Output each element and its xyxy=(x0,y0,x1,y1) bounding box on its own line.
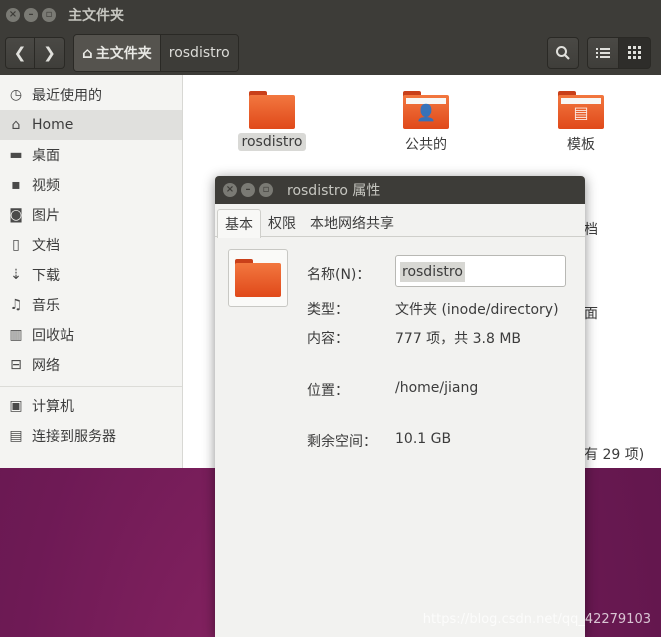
search-icon xyxy=(556,45,570,60)
sidebar-item-label: 音乐 xyxy=(32,298,60,314)
sidebar-item-recent[interactable]: ◷ 最近使用的 xyxy=(0,80,182,110)
sidebar-item-label: 网络 xyxy=(32,358,60,374)
video-icon: ▪ xyxy=(11,177,21,193)
sidebar-item-music[interactable]: ♫ 音乐 xyxy=(0,290,182,320)
file-item-public[interactable]: 👤 公共的 xyxy=(371,91,481,155)
location-label: 位置： xyxy=(307,383,349,399)
type-value: 文件夹 (inode/directory) xyxy=(395,302,559,318)
name-label: 名称(N)： xyxy=(307,267,371,283)
grid-icon xyxy=(628,46,641,59)
sidebar-item-trash[interactable]: ▥ 回收站 xyxy=(0,320,182,350)
breadcrumb-current[interactable]: rosdistro xyxy=(159,34,238,71)
free-space-value: 10.1 GB xyxy=(395,431,452,447)
sidebar-item-label: 回收站 xyxy=(32,328,74,344)
titlebar: × – ▫ 主文件夹 xyxy=(0,0,661,30)
public-folder-icon: 👤 xyxy=(403,91,449,129)
sidebar-item-label: 最近使用的 xyxy=(32,88,102,104)
forward-button[interactable]: ❯ xyxy=(35,36,65,69)
maximize-icon[interactable]: ▫ xyxy=(42,8,56,22)
sidebar-item-label: 计算机 xyxy=(32,399,74,415)
sidebar-item-documents[interactable]: ▯ 文档 xyxy=(0,230,182,260)
properties-dialog: × – ▫ rosdistro 属性 基本 权限 本地网络共享 名称(N)： r… xyxy=(215,176,585,637)
sidebar: ◷ 最近使用的 ⌂ Home ▬ 桌面 ▪ 视频 ◙ 图片 ▯ 文档 ⇣ 下载 … xyxy=(0,75,183,468)
sidebar-item-computer[interactable]: ▣ 计算机 xyxy=(0,391,182,421)
window-controls: × – ▫ xyxy=(0,8,56,22)
partial-label-documents: 档 xyxy=(584,222,598,238)
document-icon: ▯ xyxy=(12,237,20,253)
tab-local-network-share[interactable]: 本地网络共享 xyxy=(303,209,401,237)
list-icon xyxy=(596,47,610,58)
home-icon: ⌂ xyxy=(82,43,93,62)
sidebar-item-label: 下载 xyxy=(32,268,60,284)
download-icon: ⇣ xyxy=(10,267,22,283)
contents-value: 777 项，共 3.8 MB xyxy=(395,331,522,347)
sidebar-item-home[interactable]: ⌂ Home xyxy=(0,110,182,140)
watermark: https://blog.csdn.net/qq_42279103 xyxy=(422,612,651,627)
file-name: 模板 xyxy=(567,137,595,153)
home-icon: ⌂ xyxy=(11,117,21,133)
minimize-icon[interactable]: – xyxy=(24,8,38,22)
sidebar-divider xyxy=(0,386,182,387)
sidebar-item-label: 桌面 xyxy=(32,148,60,164)
sidebar-item-label: 视频 xyxy=(32,178,60,194)
partial-label-desktop: 面 xyxy=(584,306,598,322)
window-title: 主文件夹 xyxy=(68,8,124,24)
toolbar: ❮ ❯ ⌂ 主文件夹 rosdistro xyxy=(0,30,661,75)
dialog-window-controls: × – ▫ xyxy=(215,183,273,197)
clock-icon: ◷ xyxy=(9,87,23,103)
server-icon: ▤ xyxy=(9,428,23,444)
chevron-left-icon: ❮ xyxy=(13,43,27,62)
folder-icon xyxy=(249,91,295,129)
location-value: /home/jiang xyxy=(395,380,479,396)
network-icon: ⊟ xyxy=(10,357,22,373)
computer-icon: ▣ xyxy=(9,398,23,414)
sidebar-item-label: 图片 xyxy=(32,208,60,224)
close-icon[interactable]: × xyxy=(6,8,20,22)
sidebar-item-downloads[interactable]: ⇣ 下载 xyxy=(0,260,182,290)
tab-basic[interactable]: 基本 xyxy=(217,209,261,238)
status-item-count: 有 29 项) xyxy=(584,447,645,463)
templates-folder-icon: ▤ xyxy=(558,91,604,129)
contents-label: 内容： xyxy=(307,331,349,347)
breadcrumb-home[interactable]: ⌂ 主文件夹 xyxy=(74,34,160,71)
type-label: 类型： xyxy=(307,302,349,318)
file-name: rosdistro xyxy=(237,133,307,151)
free-space-label: 剩余空间： xyxy=(307,434,377,450)
sidebar-item-desktop[interactable]: ▬ 桌面 xyxy=(0,140,182,170)
list-view-button[interactable] xyxy=(587,36,619,69)
trash-icon: ▥ xyxy=(9,327,23,343)
minimize-icon[interactable]: – xyxy=(241,183,255,197)
breadcrumb-home-label: 主文件夹 xyxy=(95,45,152,62)
dialog-tabs: 基本 权限 本地网络共享 xyxy=(215,209,585,238)
folder-icon xyxy=(235,259,281,297)
desktop-folder-icon: ▬ xyxy=(9,147,23,163)
dialog-titlebar: × – ▫ rosdistro 属性 xyxy=(215,176,585,204)
tab-permissions[interactable]: 权限 xyxy=(261,209,303,237)
breadcrumb-current-label: rosdistro xyxy=(168,44,230,61)
dialog-title: rosdistro 属性 xyxy=(287,183,381,199)
sidebar-item-label: Home xyxy=(32,117,74,133)
camera-icon: ◙ xyxy=(9,207,23,223)
sidebar-item-videos[interactable]: ▪ 视频 xyxy=(0,170,182,200)
name-field-value: rosdistro xyxy=(400,262,465,282)
sidebar-item-label: 连接到服务器 xyxy=(32,429,116,445)
sidebar-item-network[interactable]: ⊟ 网络 xyxy=(0,350,182,380)
folder-preview xyxy=(228,249,288,307)
sidebar-item-connect-server[interactable]: ▤ 连接到服务器 xyxy=(0,421,182,451)
file-name: 公共的 xyxy=(405,137,447,153)
breadcrumb: ⌂ 主文件夹 rosdistro xyxy=(73,33,239,72)
chevron-right-icon: ❯ xyxy=(43,43,56,62)
search-button[interactable] xyxy=(547,36,579,69)
music-icon: ♫ xyxy=(9,297,23,313)
file-item-rosdistro[interactable]: rosdistro xyxy=(217,91,327,151)
file-item-templates[interactable]: ▤ 模板 xyxy=(526,91,636,155)
close-icon[interactable]: × xyxy=(223,183,237,197)
sidebar-item-pictures[interactable]: ◙ 图片 xyxy=(0,200,182,230)
back-button[interactable]: ❮ xyxy=(5,36,35,69)
grid-view-button[interactable] xyxy=(619,36,651,69)
template-icon: ▤ xyxy=(573,103,589,122)
maximize-icon[interactable]: ▫ xyxy=(259,183,273,197)
sidebar-item-label: 文档 xyxy=(32,238,60,254)
person-icon: 👤 xyxy=(416,103,436,122)
